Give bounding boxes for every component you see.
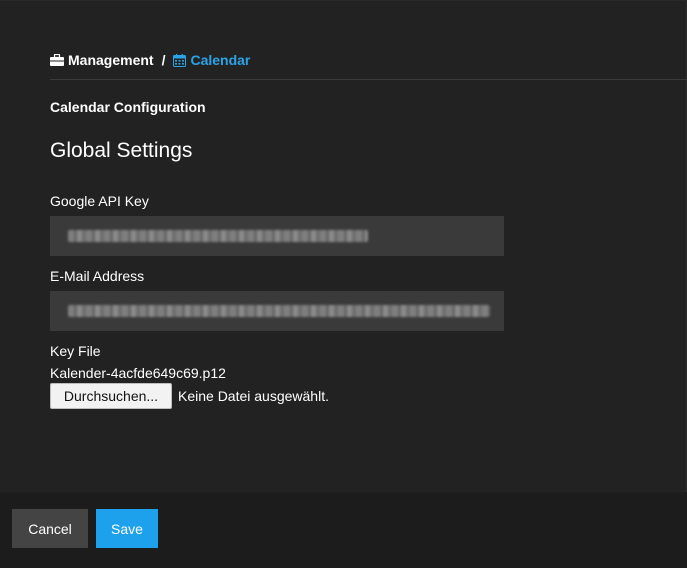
- file-status: Keine Datei ausgewählt.: [178, 388, 329, 404]
- breadcrumb-management[interactable]: Management: [50, 52, 154, 68]
- file-picker: Durchsuchen... Keine Datei ausgewählt.: [50, 383, 329, 409]
- api-key-label: Google API Key: [50, 193, 149, 209]
- key-file-label: Key File: [50, 343, 101, 359]
- top-border: [0, 0, 687, 1]
- page-title: Global Settings: [50, 139, 193, 162]
- save-button[interactable]: Save: [96, 509, 158, 548]
- redacted-value: [68, 305, 490, 317]
- calendar-icon: [173, 53, 187, 67]
- footer: Cancel Save: [0, 493, 687, 568]
- breadcrumb-label: Management: [68, 52, 154, 68]
- breadcrumb-calendar[interactable]: Calendar: [173, 52, 250, 68]
- key-file-name: Kalender-4acfde649c69.p12: [50, 365, 226, 381]
- email-input[interactable]: [50, 291, 504, 331]
- breadcrumb: Management / Calendar: [50, 50, 250, 70]
- breadcrumb-separator: /: [161, 52, 166, 68]
- api-key-input[interactable]: [50, 216, 504, 256]
- cancel-button[interactable]: Cancel: [12, 509, 88, 548]
- divider: [50, 79, 687, 80]
- section-title: Calendar Configuration: [50, 99, 206, 115]
- browse-button[interactable]: Durchsuchen...: [50, 383, 172, 409]
- briefcase-icon: [50, 54, 64, 66]
- email-label: E-Mail Address: [50, 268, 145, 284]
- redacted-value: [68, 230, 368, 242]
- breadcrumb-label: Calendar: [190, 52, 251, 68]
